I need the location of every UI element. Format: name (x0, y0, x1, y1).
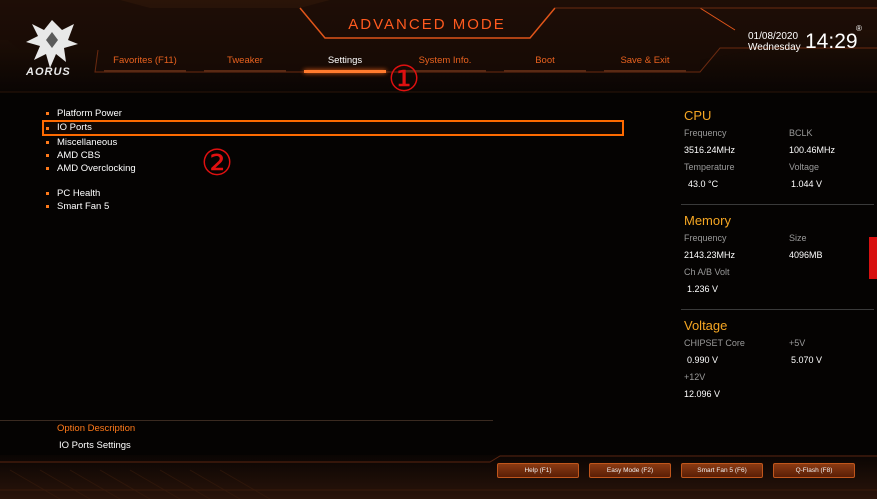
memory-value-row-1: 2143.23MHz 4096MB (684, 248, 874, 265)
tab-underline (204, 70, 286, 72)
bullet-icon (46, 112, 49, 115)
menu-item-miscellaneous[interactable]: Miscellaneous (44, 136, 624, 149)
brand-logo-text: AORUS (26, 66, 71, 78)
menu-item-platform-power[interactable]: Platform Power (44, 107, 624, 120)
tab-label: Favorites (F11) (113, 55, 177, 66)
section-divider (681, 204, 874, 205)
cpu-frequency-value: 3516.24MHz (684, 145, 736, 155)
voltage-section-title: Voltage (684, 318, 728, 333)
side-panel-scroll-indicator[interactable] (869, 237, 877, 279)
weekday-text: Wednesday (748, 42, 801, 53)
cpu-voltage-label: Voltage (789, 162, 820, 172)
menu-item-label: IO Ports (57, 122, 92, 133)
bullet-icon (46, 141, 49, 144)
memory-label-row-2: Ch A/B Volt (684, 265, 874, 282)
settings-menu: Platform Power IO Ports Miscellaneous AM… (42, 107, 624, 213)
menu-item-label: Platform Power (57, 108, 122, 119)
memory-value-row-2: 1.236 V (684, 282, 874, 299)
cpu-bclk-label: BCLK (789, 128, 813, 138)
plus12v-label: +12V (684, 372, 706, 382)
memory-size-label: Size (789, 233, 807, 243)
tab-underline (604, 70, 686, 72)
voltage-value-row-2: 12.096 V (684, 387, 874, 404)
cpu-temperature-label: Temperature (684, 162, 735, 172)
tab-label: Tweaker (227, 55, 263, 66)
registered-mark: ® (856, 24, 862, 33)
chipset-core-label: CHIPSET Core (684, 338, 745, 348)
menu-item-amd-overclocking[interactable]: AMD Overclocking (44, 162, 624, 175)
smart-fan-button[interactable]: Smart Fan 5 (F6) (681, 463, 763, 478)
mode-title: ADVANCED MODE (348, 16, 506, 33)
bullet-icon (46, 154, 49, 157)
q-flash-button[interactable]: Q-Flash (F8) (773, 463, 855, 478)
menu-item-label: Miscellaneous (57, 137, 118, 148)
memory-section-title: Memory (684, 213, 731, 228)
tab-underline (504, 70, 586, 72)
menu-item-pc-health[interactable]: PC Health (44, 187, 624, 200)
bullet-icon (46, 127, 49, 130)
option-description-divider (0, 420, 493, 421)
tab-tweaker[interactable]: Tweaker (200, 52, 290, 74)
tab-underline (104, 70, 186, 72)
memory-frequency-label: Frequency (684, 233, 727, 243)
tab-underline (304, 70, 386, 73)
cpu-label-row-2: Temperature Voltage (684, 160, 874, 177)
cpu-frequency-label: Frequency (684, 128, 727, 138)
memory-frequency-value: 2143.23MHz (684, 250, 736, 260)
option-description-text: IO Ports Settings (59, 440, 131, 451)
menu-item-label: Smart Fan 5 (57, 201, 110, 212)
voltage-label-row-2: +12V (684, 370, 874, 387)
memory-size-value: 4096MB (789, 250, 823, 260)
tab-label: Boot (535, 55, 555, 66)
memory-volt-label: Ch A/B Volt (684, 267, 730, 277)
hardware-monitor-panel: CPU Frequency BCLK 3516.24MHz 100.46MHz … (681, 108, 874, 404)
tab-label: Settings (327, 55, 363, 66)
menu-item-label: AMD Overclocking (57, 163, 136, 174)
bullet-icon (46, 192, 49, 195)
voltage-value-row-1: 0.990 V 5.070 V (684, 353, 874, 370)
plus5v-value: 5.070 V (791, 355, 823, 365)
tab-label: Save & Exit (620, 55, 670, 66)
cpu-voltage-value: 1.044 V (791, 179, 823, 189)
cpu-temperature-value: 43.0 °C (688, 179, 719, 189)
tab-settings[interactable]: Settings (300, 52, 390, 74)
cpu-value-row-1: 3516.24MHz 100.46MHz (684, 143, 874, 160)
annotation-marker-1: ① (387, 59, 421, 100)
menu-gap (44, 175, 624, 187)
tab-save-exit[interactable]: Save & Exit (600, 52, 690, 74)
bullet-icon (46, 167, 49, 170)
cpu-section-title: CPU (684, 108, 712, 123)
cpu-bclk-value: 100.46MHz (789, 145, 836, 155)
menu-item-amd-cbs[interactable]: AMD CBS (44, 149, 624, 162)
easy-mode-button[interactable]: Easy Mode (F2) (589, 463, 671, 478)
menu-item-io-ports[interactable]: IO Ports (42, 120, 624, 136)
memory-volt-value: 1.236 V (687, 284, 719, 294)
clock-time: 14:29 (805, 30, 858, 53)
date-text: 01/08/2020 (748, 31, 799, 42)
plus5v-label: +5V (789, 338, 806, 348)
tab-boot[interactable]: Boot (500, 52, 590, 74)
bullet-icon (46, 205, 49, 208)
tab-favorites[interactable]: Favorites (F11) (100, 52, 190, 74)
menu-item-label: AMD CBS (57, 150, 101, 161)
plus12v-value: 12.096 V (684, 389, 721, 399)
date-display: 01/08/2020 Wednesday (748, 31, 801, 53)
section-divider (681, 309, 874, 310)
help-button[interactable]: Help (F1) (497, 463, 579, 478)
menu-item-smart-fan-5[interactable]: Smart Fan 5 (44, 200, 624, 213)
chipset-core-value: 0.990 V (687, 355, 719, 365)
cpu-label-row-1: Frequency BCLK (684, 126, 874, 143)
cpu-value-row-2: 43.0 °C 1.044 V (684, 177, 874, 194)
menu-item-label: PC Health (57, 188, 101, 199)
tab-label: System Info. (418, 55, 472, 66)
memory-label-row-1: Frequency Size (684, 231, 874, 248)
option-description-title: Option Description (57, 423, 136, 434)
voltage-label-row-1: CHIPSET Core +5V (684, 336, 874, 353)
